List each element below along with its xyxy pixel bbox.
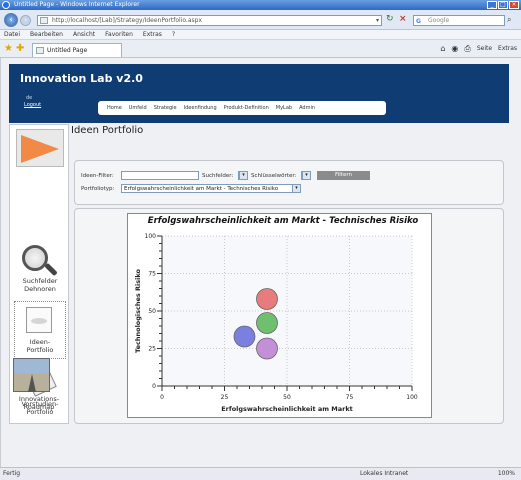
data-point — [256, 337, 278, 360]
portfolio-chart: Erfolgswahrscheinlichkeit am Markt - Tec… — [127, 213, 432, 418]
chart-panel: Erfolgswahrscheinlichkeit am Markt - Tec… — [74, 208, 504, 424]
y-axis-label: Technologisches Risiko — [134, 268, 142, 352]
data-point — [233, 325, 256, 348]
tab-untitled-page[interactable]: Untitled Page — [32, 43, 122, 57]
status-text: Fertig — [3, 470, 21, 477]
command-bar: ⌂ ◉ ⎙ Seite Extras — [440, 44, 517, 54]
x-tick-label: 25 — [221, 394, 229, 401]
page-icon — [40, 17, 48, 24]
url-field[interactable]: http://localhost/[Lab]/Strategy/IdeenPor… — [37, 15, 382, 26]
x-tick-label: 50 — [283, 394, 291, 401]
menu-item-favoriten[interactable]: Favoriten — [105, 30, 133, 39]
nav-admin[interactable]: Admin — [299, 101, 315, 115]
x-tick-label: 100 — [406, 394, 418, 401]
sidebar-banner — [16, 129, 64, 167]
chevron-down-icon: ▾ — [239, 172, 247, 179]
print-icon[interactable]: ⎙ — [464, 44, 470, 54]
chevron-down-icon[interactable]: ▾ — [376, 16, 379, 25]
page-viewport: Innovation Lab v2.0 de Logout Home Umfel… — [0, 58, 521, 467]
google-icon: G — [416, 18, 421, 25]
status-bar: Fertig Lokales Intranet 100% — [0, 467, 521, 480]
refresh-icon[interactable]: ↻ — [386, 14, 394, 24]
nav-strategie[interactable]: Strategie — [154, 101, 177, 115]
window-controls: _ □ × — [487, 1, 519, 9]
app-header: Innovation Lab v2.0 de Logout Home Umfel… — [9, 64, 509, 123]
home-icon[interactable]: ⌂ — [440, 44, 445, 54]
stop-icon[interactable]: × — [399, 14, 407, 24]
data-point — [256, 288, 278, 310]
schlusselworter-select[interactable]: ▾ — [301, 171, 311, 180]
forward-arrow-icon[interactable]: › — [20, 15, 31, 26]
page-menu[interactable]: Seite — [477, 44, 492, 54]
sidebar-item-ideen-portfolio[interactable]: Ideen- Portfolio — [10, 338, 70, 354]
security-zone: Lokales Intranet — [360, 470, 409, 477]
y-tick-label: 50 — [148, 308, 156, 315]
nav-ideenfindung[interactable]: Ideenfindung — [184, 101, 217, 115]
y-tick-label: 75 — [148, 271, 156, 278]
logout-link[interactable]: Logout — [24, 102, 41, 108]
y-tick-label: 100 — [145, 233, 157, 240]
menu-item-help[interactable]: ? — [172, 30, 175, 39]
ideen-portfolio-icon[interactable] — [26, 307, 52, 333]
suchfelder-select[interactable]: ▾ — [238, 171, 248, 180]
search-input[interactable]: G Google — [413, 15, 505, 26]
y-tick-label: 0 — [152, 383, 156, 390]
ie-logo-icon — [2, 1, 10, 9]
sidebar-item-innovations-roadmap[interactable]: Innovations- Roadmap — [9, 395, 69, 411]
filter-panel: Ideen-Filter: Suchfelder: ▾ Schlüsselwör… — [74, 160, 504, 205]
app-title: Innovation Lab v2.0 — [20, 72, 143, 85]
suchfelder-label: Suchfelder: — [202, 173, 234, 179]
magnifier-handle — [44, 262, 58, 277]
portfoliotyp-value: Erfolgswahrscheinlichkeit am Markt - Tec… — [124, 186, 279, 192]
menu-bar: Datei Bearbeiten Ansicht Favoriten Extra… — [0, 30, 521, 40]
tab-bar: ★ ✚ Untitled Page ⌂ ◉ ⎙ Seite Extras — [0, 40, 521, 58]
nav-umfeld[interactable]: Umfeld — [129, 101, 147, 115]
roadmap-icon[interactable] — [13, 358, 50, 392]
x-tick-label: 0 — [160, 394, 164, 401]
menu-item-datei[interactable]: Datei — [4, 30, 20, 39]
x-tick-label: 75 — [346, 394, 354, 401]
menu-item-bearbeiten[interactable]: Bearbeiten — [30, 30, 63, 39]
portfoliotyp-label: Portfoliotyp: — [81, 186, 115, 192]
user-name: de — [26, 95, 33, 101]
add-favorite-icon[interactable]: ✚ — [16, 43, 24, 54]
tools-menu[interactable]: Extras — [498, 44, 517, 54]
main-content: Ideen Portfolio Ideen-Filter: Suchfelder… — [71, 124, 509, 424]
tab-label: Untitled Page — [47, 47, 88, 54]
chevron-down-icon: ▾ — [292, 185, 300, 192]
schlusselworter-label: Schlüsselwörter: — [251, 173, 297, 179]
window-title-bar: Untitled Page - Windows Internet Explore… — [0, 0, 521, 10]
menu-item-extras[interactable]: Extras — [143, 30, 162, 39]
page-title: Ideen Portfolio — [71, 125, 144, 136]
minimize-button[interactable]: _ — [487, 1, 497, 9]
close-button[interactable]: × — [509, 1, 519, 9]
sidebar-item-suchfelder[interactable]: Suchfelder Dehnoren — [10, 277, 70, 293]
page-icon — [36, 47, 44, 54]
ideen-filter-label: Ideen-Filter: — [81, 173, 114, 179]
filter-button[interactable]: Filtern — [317, 171, 370, 180]
top-navigation: Home Umfeld Strategie Ideenfindung Produ… — [98, 101, 386, 115]
chevron-down-icon: ▾ — [302, 172, 310, 179]
maximize-button[interactable]: □ — [498, 1, 508, 9]
data-point — [256, 312, 278, 334]
search-icon[interactable]: ⌕ — [507, 15, 511, 25]
window-title: Untitled Page - Windows Internet Explore… — [14, 1, 140, 8]
orange-arrow-icon — [21, 135, 59, 163]
portfoliotyp-select[interactable]: Erfolgswahrscheinlichkeit am Markt - Tec… — [121, 184, 301, 193]
zoom-level[interactable]: 100% — [498, 468, 515, 480]
ideen-filter-input[interactable] — [121, 171, 199, 180]
chart-svg: 0 25 50 75 100 0 25 50 75 100 Erfolgswahrscheinlic… — [134, 233, 418, 413]
y-tick-label: 25 — [148, 346, 156, 353]
feeds-icon[interactable]: ◉ — [451, 44, 458, 54]
nav-home[interactable]: Home — [107, 101, 122, 115]
search-placeholder: Google — [428, 17, 450, 24]
nav-produkt-definition[interactable]: Produkt-Definition — [224, 101, 269, 115]
favorites-star-icon[interactable]: ★ — [4, 43, 13, 54]
nav-mylab[interactable]: MyLab — [276, 101, 292, 115]
back-arrow-icon[interactable]: ‹ — [4, 13, 18, 27]
url-text: http://localhost/[Lab]/Strategy/IdeenPor… — [52, 17, 203, 24]
menu-item-ansicht[interactable]: Ansicht — [73, 30, 95, 39]
x-axis-label: Erfolgswahrscheinlichkeit am Markt — [221, 405, 353, 413]
address-bar: ‹ › http://localhost/[Lab]/Strategy/Idee… — [0, 10, 521, 30]
